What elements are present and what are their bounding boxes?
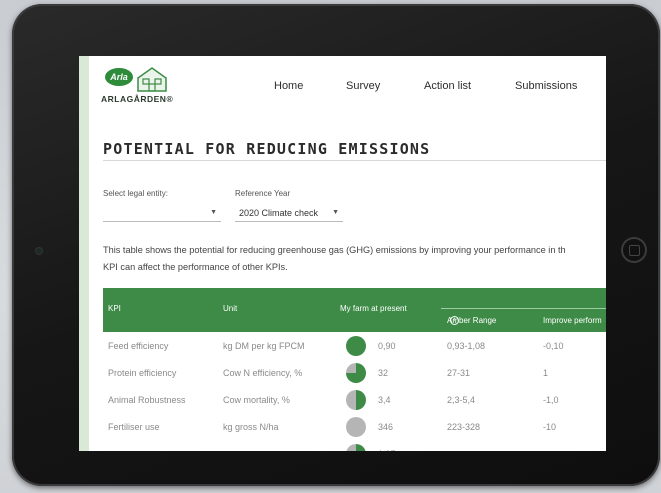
sidebar-stripe: [79, 56, 89, 451]
cell-amber: 27-31: [447, 368, 471, 378]
cell-amber: 223-328: [447, 422, 481, 432]
title-divider: [103, 160, 606, 161]
cell-value: 1,07: [378, 449, 396, 451]
performance-pie-icon: [346, 336, 366, 356]
legal-entity-label: Select legal entity:: [103, 189, 168, 198]
header-unit: Unit: [223, 304, 238, 313]
nav-survey[interactable]: Survey: [346, 80, 380, 92]
reference-year-label: Reference Year: [235, 189, 291, 198]
legal-entity-select[interactable]: ▼: [103, 204, 221, 222]
table-row: Feed efficiency kg DM per kg FPCM 0,90 0,93…: [103, 333, 606, 360]
home-button[interactable]: [621, 237, 647, 263]
cell-unit: Cow N efficiency, %: [223, 368, 303, 378]
nav-submissions[interactable]: Submissions: [515, 80, 577, 92]
brand-logo[interactable]: Arla ARLAGÅRDEN®: [101, 66, 173, 106]
performance-pie-icon: [346, 417, 366, 437]
table-row: Fertiliser use kg gross N/ha 346 223-328 -10: [103, 414, 606, 441]
performance-pie-icon: [346, 444, 366, 451]
cell-value: 32: [378, 368, 389, 378]
table-row: 1,07: [103, 441, 606, 451]
header-improve: Improve perform: [543, 316, 602, 325]
cell-amber: 2,3-5,4: [447, 395, 476, 405]
cell-unit: kg gross N/ha: [223, 422, 279, 432]
page-title: POTENTIAL FOR REDUCING EMISSIONS: [103, 140, 431, 158]
arla-logo-mark: Arla: [105, 68, 133, 86]
tablet-frame: Arla ARLAGÅRDEN® Home Survey Action list…: [12, 4, 660, 486]
performance-pie-icon: [346, 390, 366, 410]
cell-improve: -10: [543, 422, 557, 432]
table-row: Animal Robustness Cow mortality, % 3,4 2,3-…: [103, 387, 606, 414]
reference-year-value: 2020 Climate check: [239, 207, 319, 218]
description-line: This table shows the potential for reduc…: [103, 245, 566, 255]
nav-action-list[interactable]: Action list: [424, 80, 471, 92]
table-row: Protein efficiency Cow N efficiency, % 32 2…: [103, 360, 606, 387]
cell-kpi: Fertiliser use: [108, 422, 160, 432]
performance-pie-icon: [346, 363, 366, 383]
cell-kpi: Protein efficiency: [108, 368, 177, 378]
reference-year-select[interactable]: 2020 Climate check ▼: [235, 204, 343, 222]
cell-unit: Cow mortality, %: [223, 395, 290, 405]
nav-home[interactable]: Home: [274, 80, 303, 92]
description: This table shows the potential for reduc…: [103, 242, 606, 276]
cell-amber: 0,93-1,08: [447, 341, 486, 351]
header-present: My farm at present: [340, 304, 407, 313]
table-header: KPI Unit My farm at present Amber Range i…: [103, 288, 606, 332]
caret-down-icon: ▼: [210, 209, 217, 216]
header-divider: [441, 308, 606, 309]
description-line: KPI can affect the performance of other …: [103, 262, 288, 272]
caret-down-icon: ▼: [332, 209, 339, 216]
camera-icon: [36, 248, 42, 254]
cell-unit: kg DM per kg FPCM: [223, 341, 305, 351]
cell-value: 0,90: [378, 341, 396, 351]
cell-value: 346: [378, 422, 394, 432]
info-icon[interactable]: i: [450, 316, 459, 325]
cell-value: 3,4: [378, 395, 391, 405]
cell-improve: -1,0: [543, 395, 559, 405]
cell-improve: 1: [543, 368, 549, 378]
cell-kpi: Feed efficiency: [108, 341, 169, 351]
header-kpi: KPI: [108, 304, 121, 313]
barn-icon: [137, 67, 167, 92]
cell-kpi: Animal Robustness: [108, 395, 186, 405]
brand-name: ARLAGÅRDEN®: [101, 94, 174, 104]
screen: Arla ARLAGÅRDEN® Home Survey Action list…: [79, 56, 606, 451]
cell-improve: -0,10: [543, 341, 564, 351]
